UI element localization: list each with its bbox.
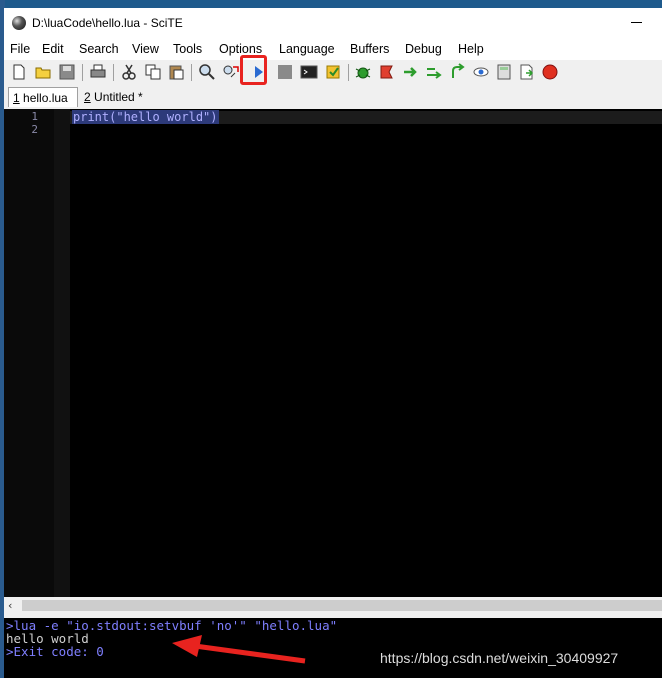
output-pane[interactable]: >lua -e "io.stdout:setvbuf 'no'" "hello.… — [4, 618, 662, 678]
menu-language[interactable]: Language — [279, 42, 335, 56]
scite-app-icon — [12, 16, 26, 30]
paste-icon[interactable] — [167, 63, 185, 81]
toolbar — [4, 60, 662, 86]
buffer-tabs: 1 hello.lua 2 Untitled * — [4, 86, 662, 108]
step-over-icon[interactable] — [402, 63, 420, 81]
record-icon[interactable] — [541, 63, 559, 81]
cut-icon[interactable] — [120, 63, 138, 81]
horizontal-scrollbar[interactable]: ‹ — [4, 597, 662, 614]
tab-hello-lua[interactable]: 1 hello.lua — [8, 87, 78, 107]
toolbar-separator — [348, 64, 349, 81]
menu-options[interactable]: Options — [219, 42, 262, 56]
line-number-gutter: 1 2 — [4, 109, 54, 597]
scite-window: D:\luaCode\hello.lua - SciTE File Edit S… — [4, 8, 662, 678]
run-button-highlight-box — [240, 55, 267, 85]
menu-help[interactable]: Help — [458, 42, 484, 56]
tab-untitled[interactable]: 2 Untitled * — [80, 87, 156, 107]
menu-file[interactable]: File — [10, 42, 30, 56]
compile-icon[interactable] — [324, 63, 342, 81]
scrollbar-thumb[interactable] — [22, 600, 662, 611]
minimize-icon — [631, 22, 642, 23]
menu-bar: File Edit Search View Tools Options Lang… — [4, 38, 662, 60]
output-line: >Exit code: 0 — [6, 644, 104, 659]
copy-icon[interactable] — [144, 63, 162, 81]
desktop-background — [0, 0, 662, 8]
menu-buffers[interactable]: Buffers — [350, 42, 389, 56]
find-icon[interactable] — [198, 63, 216, 81]
save-icon[interactable] — [58, 63, 76, 81]
calculator-icon[interactable] — [495, 63, 513, 81]
toolbar-separator — [113, 64, 114, 81]
fold-margin[interactable] — [54, 109, 70, 597]
line-number: 2 — [31, 123, 38, 136]
tab-label: hello.lua — [19, 91, 68, 105]
tab-label: Untitled * — [90, 90, 143, 104]
menu-search[interactable]: Search — [79, 42, 119, 56]
menu-view[interactable]: View — [132, 42, 159, 56]
print-icon[interactable] — [89, 63, 107, 81]
step-into-icon[interactable] — [425, 63, 443, 81]
step-out-icon[interactable] — [449, 63, 467, 81]
menu-tools[interactable]: Tools — [173, 42, 202, 56]
watermark-text: https://blog.csdn.net/weixin_30409927 — [380, 650, 619, 666]
new-file-icon[interactable] — [10, 63, 28, 81]
document-run-icon[interactable] — [518, 63, 536, 81]
stop-icon[interactable] — [276, 63, 294, 81]
line-number: 1 — [31, 110, 38, 123]
menu-edit[interactable]: Edit — [42, 42, 64, 56]
toolbar-separator — [191, 64, 192, 81]
tab-number: 2 — [84, 90, 91, 104]
window-title: D:\luaCode\hello.lua - SciTE — [32, 16, 183, 30]
console-icon[interactable] — [300, 63, 318, 81]
minimize-button[interactable] — [618, 8, 658, 38]
open-folder-icon[interactable] — [34, 63, 52, 81]
menu-debug[interactable]: Debug — [405, 42, 442, 56]
debug-bug-icon[interactable] — [354, 63, 372, 81]
code-line[interactable]: print("hello world") — [72, 110, 219, 124]
toolbar-separator — [82, 64, 83, 81]
scroll-left-icon[interactable]: ‹ — [8, 599, 12, 612]
code-editor[interactable]: 1 2 print("hello world") — [4, 109, 662, 597]
breakpoint-icon[interactable] — [378, 63, 396, 81]
title-bar[interactable]: D:\luaCode\hello.lua - SciTE — [4, 8, 662, 38]
replace-icon[interactable] — [222, 63, 240, 81]
watch-eye-icon[interactable] — [472, 63, 490, 81]
tab-number: 1 — [13, 91, 20, 105]
